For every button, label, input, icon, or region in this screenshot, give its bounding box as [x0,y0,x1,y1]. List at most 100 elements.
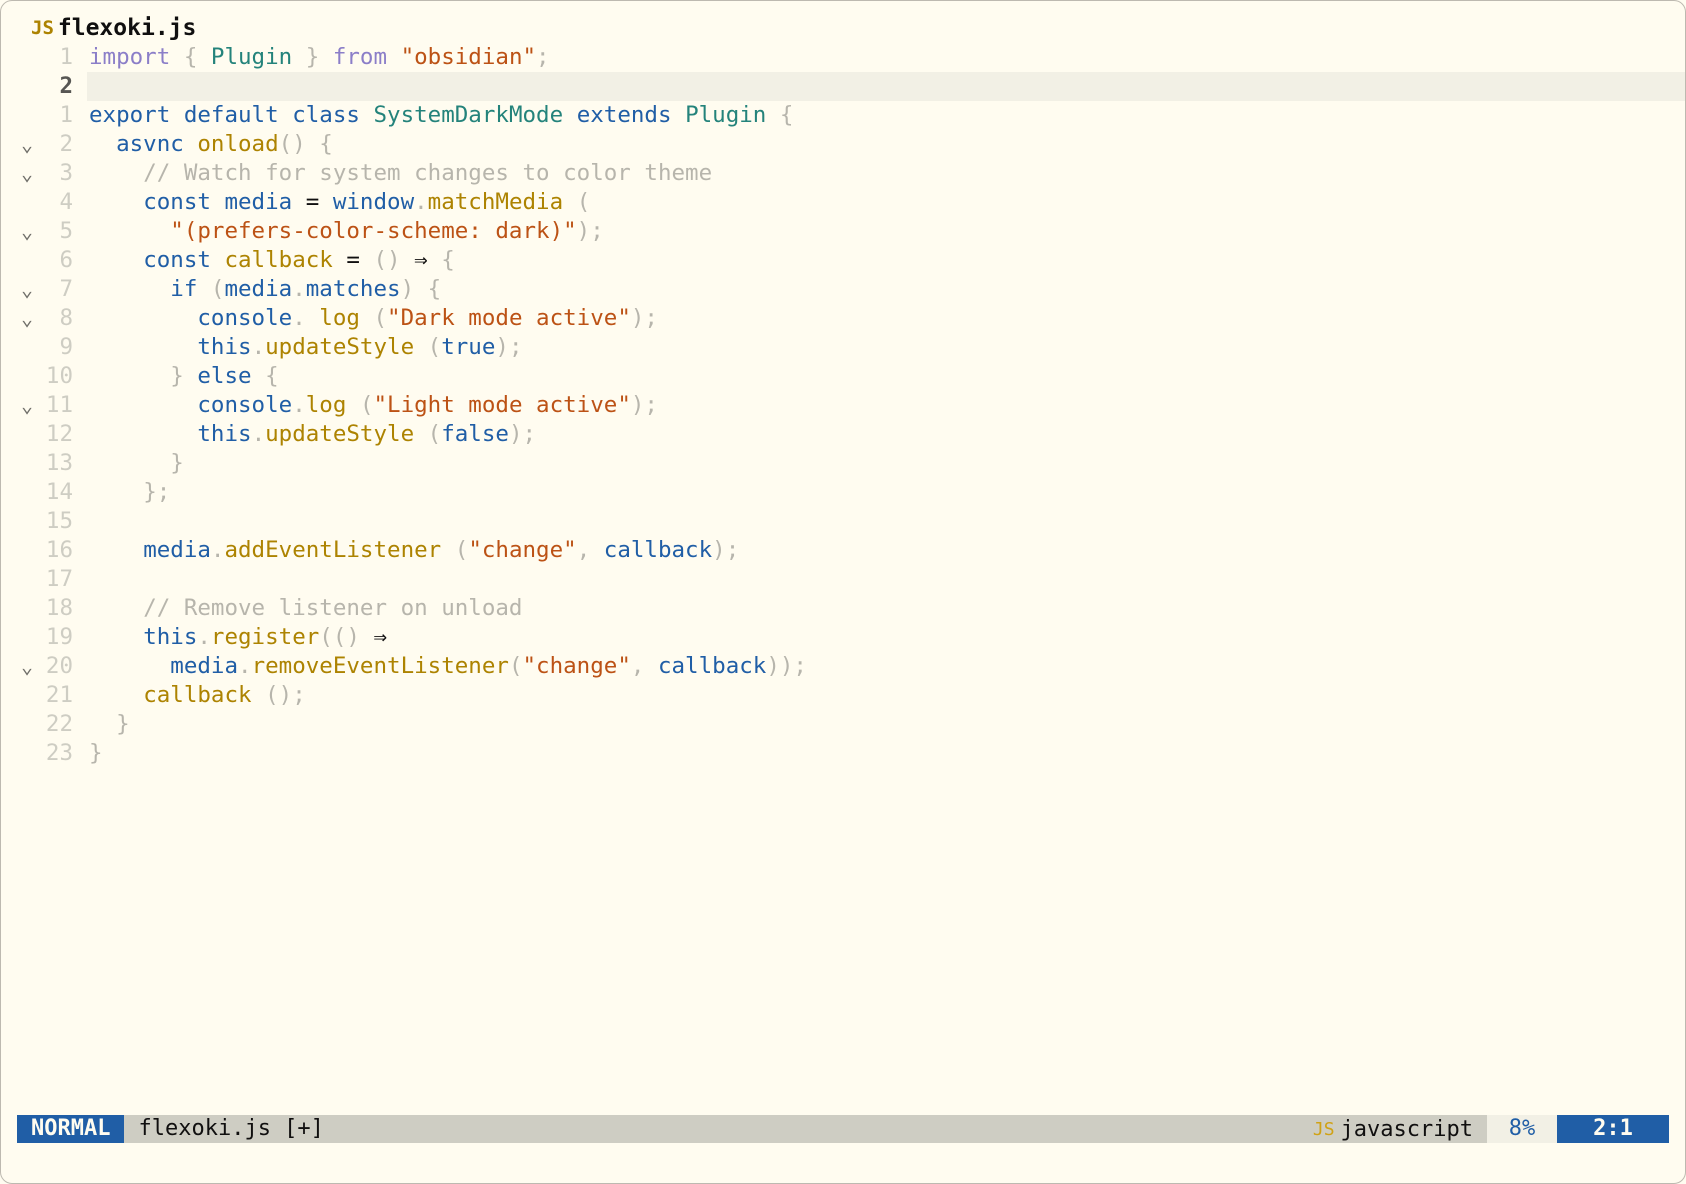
code-token: . [251,334,266,360]
mode-indicator: NORMAL [17,1115,125,1143]
line-number: 15 [45,508,73,534]
code-line[interactable]: 23} [1,739,1685,768]
code-token: this [197,334,252,360]
fold-chevron-icon[interactable]: ⌄ [21,304,33,333]
code-text: export default class SystemDarkMode exte… [89,101,793,130]
code-token: console [197,392,293,418]
filetype-indicator: JS javascript [1313,1115,1487,1143]
line-number: 1 [59,102,73,128]
code-token: "Dark mode active" [387,305,631,331]
javascript-file-icon: JS [31,17,54,39]
code-line[interactable]: ⌄ 7 if (media.matches) { [1,275,1685,304]
code-line[interactable]: 18 // Remove listener on unload [1,594,1685,623]
fold-chevron-icon[interactable]: ⌄ [21,275,33,304]
code-line[interactable]: 21 callback (); [1,681,1685,710]
code-token: this [143,624,198,650]
code-token: . [292,276,306,302]
line-number: 13 [45,450,73,476]
code-line[interactable]: ⌄ 8 console. log ("Dark mode active"); [1,304,1685,333]
code-token: "change" [522,653,631,679]
gutter: 2 [1,72,87,101]
code-token: const [143,247,211,273]
code-token: () [278,131,306,157]
fold-chevron-icon[interactable]: ⌄ [21,391,33,420]
fold-chevron-icon[interactable]: ⌄ [21,652,33,681]
code-token: asvnc [116,131,184,157]
code-line[interactable]: 12 this.updateStyle (false); [1,420,1685,449]
code-line[interactable]: 22 } [1,710,1685,739]
code-line[interactable]: 6 const callback = () ⇒ { [1,246,1685,275]
code-token: if [170,276,198,302]
current-line[interactable]: 2 [59,72,1685,101]
code-line[interactable]: 19 this.register(() ⇒ [1,623,1685,652]
code-token: else [197,363,252,389]
fold-chevron-icon[interactable]: ⌄ [21,130,33,159]
code-text: import { Plugin } from "obsidian"; [89,43,550,72]
code-line[interactable]: 9 this.updateStyle (true); [1,333,1685,362]
line-number: 12 [45,421,73,447]
code-line[interactable]: 15 [1,507,1685,536]
line-number: 11 [45,392,73,418]
code-line[interactable]: 10 } else { [1,362,1685,391]
line-number: 7 [59,276,73,302]
code-token: SystemDarkMode [373,102,564,128]
gutter: ⌄ 20 [1,652,87,681]
code-token: "(prefers-color-scheme: dark)" [170,218,577,244]
code-line[interactable]: 4 const media = window.matchMedia ( [1,188,1685,217]
tabline[interactable]: JS flexoki.js [31,13,196,43]
code-line[interactable]: 17 [1,565,1685,594]
code-line[interactable]: 1 export default class SystemDarkMode ext… [1,101,1685,130]
fold-chevron-icon[interactable]: ⌄ [21,159,33,188]
code-line[interactable]: ⌄ 11 console.log ("Light mode active"); [1,391,1685,420]
code-line[interactable]: ⌄ 2 asvnc onload() { [1,130,1685,159]
code-text: "(prefers-color-scheme: dark)"); [89,217,603,246]
code-line[interactable]: ⌄ 20 media.removeEventListener("change", … [1,652,1685,681]
code-token: media [224,189,293,215]
line-number: 3 [59,160,73,186]
code-token: ( [373,305,388,331]
code-text: if (media.matches) { [89,275,441,304]
code-token: class [292,102,360,128]
tab-filename[interactable]: flexoki.js [58,15,196,41]
code-token: "Light mode active" [373,392,631,418]
javascript-icon: JS [1312,1118,1335,1140]
gutter: ⌄ 5 [1,217,87,246]
code-token: ⇒ [414,247,428,273]
code-token: = [346,247,360,273]
code-token: . [414,189,428,215]
code-line[interactable]: 1 import { Plugin } from "obsidian"; [1,43,1685,72]
code-token: updateStyle [265,334,415,360]
code-line[interactable]: ⌄ 5 "(prefers-color-scheme: dark)"); [1,217,1685,246]
code-line[interactable]: 13 } [1,449,1685,478]
code-token: matches [305,276,401,302]
statusline-filename: flexoki.js [+] [138,1116,324,1141]
code-token: // Watch for system changes to color the… [143,160,713,186]
code-line[interactable]: ⌄ 3 // Watch for system changes to color … [1,159,1685,188]
code-line[interactable]: 14 }; [1,478,1685,507]
code-token: log [319,305,360,331]
fold-chevron-icon[interactable]: ⌄ [21,217,33,246]
code-line[interactable]: 16 media.addEventListener ("change", cal… [1,536,1685,565]
code-editor[interactable]: 1 import { Plugin } from "obsidian"; 2 1 exp… [1,43,1685,768]
code-token: ); [630,392,658,418]
code-text: media.addEventListener ("change", callba… [89,536,739,565]
line-number: 4 [59,189,73,215]
gutter: ⌄ 7 [1,275,87,304]
